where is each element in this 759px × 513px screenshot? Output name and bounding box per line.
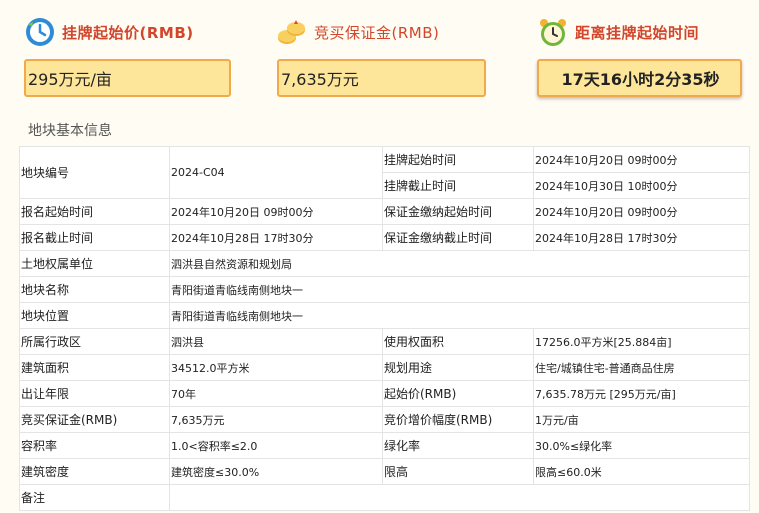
green-value: 30.0%≤绿化率 — [533, 432, 750, 459]
table-row: 出让年限 70年 起始价(RMB) 7,635.78万元 [295万元/亩] — [19, 380, 750, 407]
density-value: 建筑密度≤30.0% — [169, 458, 383, 485]
deposit-header: 竞买保证金(RMB) — [276, 0, 439, 64]
usage-value: 住宅/城镇住宅-普通商品住房 — [533, 354, 750, 381]
far-value: 1.0<容积率≤2.0 — [169, 432, 383, 459]
height-value: 限高≤60.0米 — [533, 458, 750, 485]
start-price-card: 挂牌起始价(RMB) — [24, 0, 194, 64]
term-label: 出让年限 — [19, 380, 170, 407]
location-label: 地块位置 — [19, 302, 170, 329]
countdown-card: 距离挂牌起始时间 — [537, 0, 699, 64]
table-row: 所属行政区 泗洪县 使用权面积 17256.0平方米[25.884亩] — [19, 328, 750, 355]
increment-value: 1万元/亩 — [533, 406, 750, 433]
table-deposit-value: 7,635万元 — [169, 406, 383, 433]
listing-end-label: 挂牌截止时间 — [382, 172, 534, 199]
district-label: 所属行政区 — [19, 328, 170, 355]
building-area-label: 建筑面积 — [19, 354, 170, 381]
area-value: 17256.0平方米[25.884亩] — [533, 328, 750, 355]
start-price-header: 挂牌起始价(RMB) — [24, 0, 194, 64]
deposit-start-label: 保证金缴纳起始时间 — [382, 198, 534, 225]
countdown-value: 17天16小时2分35秒 — [537, 59, 742, 97]
increment-label: 竞价增价幅度(RMB) — [382, 406, 534, 433]
term-value: 70年 — [169, 380, 383, 407]
reg-end-label: 报名截止时间 — [19, 224, 170, 251]
table-row: 地块位置 青阳街道青临线南侧地块一 — [19, 302, 750, 329]
table-start-price-label: 起始价(RMB) — [382, 380, 534, 407]
reg-start-label: 报名起始时间 — [19, 198, 170, 225]
table-row: 备注 — [19, 484, 750, 511]
table-row: 地块名称 青阳街道青临线南侧地块一 — [19, 276, 750, 303]
table-row: 竞买保证金(RMB) 7,635万元 竞价增价幅度(RMB) 1万元/亩 — [19, 406, 750, 433]
countdown-label: 距离挂牌起始时间 — [575, 23, 700, 42]
start-price-value: 295万元/亩 — [24, 59, 231, 97]
countdown-header: 距离挂牌起始时间 — [537, 0, 699, 64]
usage-label: 规划用途 — [382, 354, 534, 381]
parcel-no-value: 2024-C04 — [169, 146, 383, 199]
density-label: 建筑密度 — [19, 458, 170, 485]
table-row: 建筑面积 34512.0平方米 规划用途 住宅/城镇住宅-普通商品住房 — [19, 354, 750, 381]
start-price-label: 挂牌起始价(RMB) — [62, 23, 194, 42]
section-title: 地块基本信息 — [28, 123, 112, 139]
parcel-name-label: 地块名称 — [19, 276, 170, 303]
location-value: 青阳街道青临线南侧地块一 — [169, 302, 750, 329]
remarks-value — [169, 484, 750, 511]
listing-start-label: 挂牌起始时间 — [382, 146, 534, 173]
district-value: 泗洪县 — [169, 328, 383, 355]
table-row: 容积率 1.0<容积率≤2.0 绿化率 30.0%≤绿化率 — [19, 432, 750, 459]
parcel-info-table: 地块编号 2024-C04 挂牌起始时间 2024年10月20日 09时00分 … — [19, 146, 750, 511]
deposit-start-value: 2024年10月20日 09时00分 — [533, 198, 750, 225]
summary-bar: 挂牌起始价(RMB) 295万元/亩 竞买保证金(RMB) 7,635万元 距离… — [0, 0, 759, 110]
reg-end-value: 2024年10月28日 17时30分 — [169, 224, 383, 251]
green-label: 绿化率 — [382, 432, 534, 459]
listing-start-value: 2024年10月20日 09时00分 — [533, 146, 750, 173]
table-start-price-value: 7,635.78万元 [295万元/亩] — [533, 380, 750, 407]
table-deposit-label: 竞买保证金(RMB) — [19, 406, 170, 433]
table-row: 报名起始时间 2024年10月20日 09时00分 保证金缴纳起始时间 2024… — [19, 198, 750, 225]
far-label: 容积率 — [19, 432, 170, 459]
deposit-label: 竞买保证金(RMB) — [314, 23, 440, 42]
remarks-label: 备注 — [19, 484, 170, 511]
deposit-end-value: 2024年10月28日 17时30分 — [533, 224, 750, 251]
parcel-name-value: 青阳街道青临线南侧地块一 — [169, 276, 750, 303]
table-row: 建筑密度 建筑密度≤30.0% 限高 限高≤60.0米 — [19, 458, 750, 485]
deposit-value: 7,635万元 — [277, 59, 486, 97]
alarm-clock-icon — [540, 19, 566, 46]
clock-refresh-icon — [26, 18, 54, 46]
table-row: 报名截止时间 2024年10月28日 17时30分 保证金缴纳截止时间 2024… — [19, 224, 750, 251]
coins-icon — [278, 20, 305, 44]
parcel-no-label: 地块编号 — [19, 146, 170, 199]
listing-end-value: 2024年10月30日 10时00分 — [533, 172, 750, 199]
deposit-end-label: 保证金缴纳截止时间 — [382, 224, 534, 251]
building-area-value: 34512.0平方米 — [169, 354, 383, 381]
table-row: 地块编号 2024-C04 挂牌起始时间 2024年10月20日 09时00分 — [19, 146, 750, 199]
reg-start-value: 2024年10月20日 09时00分 — [169, 198, 383, 225]
area-label: 使用权面积 — [382, 328, 534, 355]
owner-value: 泗洪县自然资源和规划局 — [169, 250, 750, 277]
owner-label: 土地权属单位 — [19, 250, 170, 277]
height-label: 限高 — [382, 458, 534, 485]
deposit-card: 竞买保证金(RMB) — [276, 0, 439, 64]
table-row: 土地权属单位 泗洪县自然资源和规划局 — [19, 250, 750, 277]
